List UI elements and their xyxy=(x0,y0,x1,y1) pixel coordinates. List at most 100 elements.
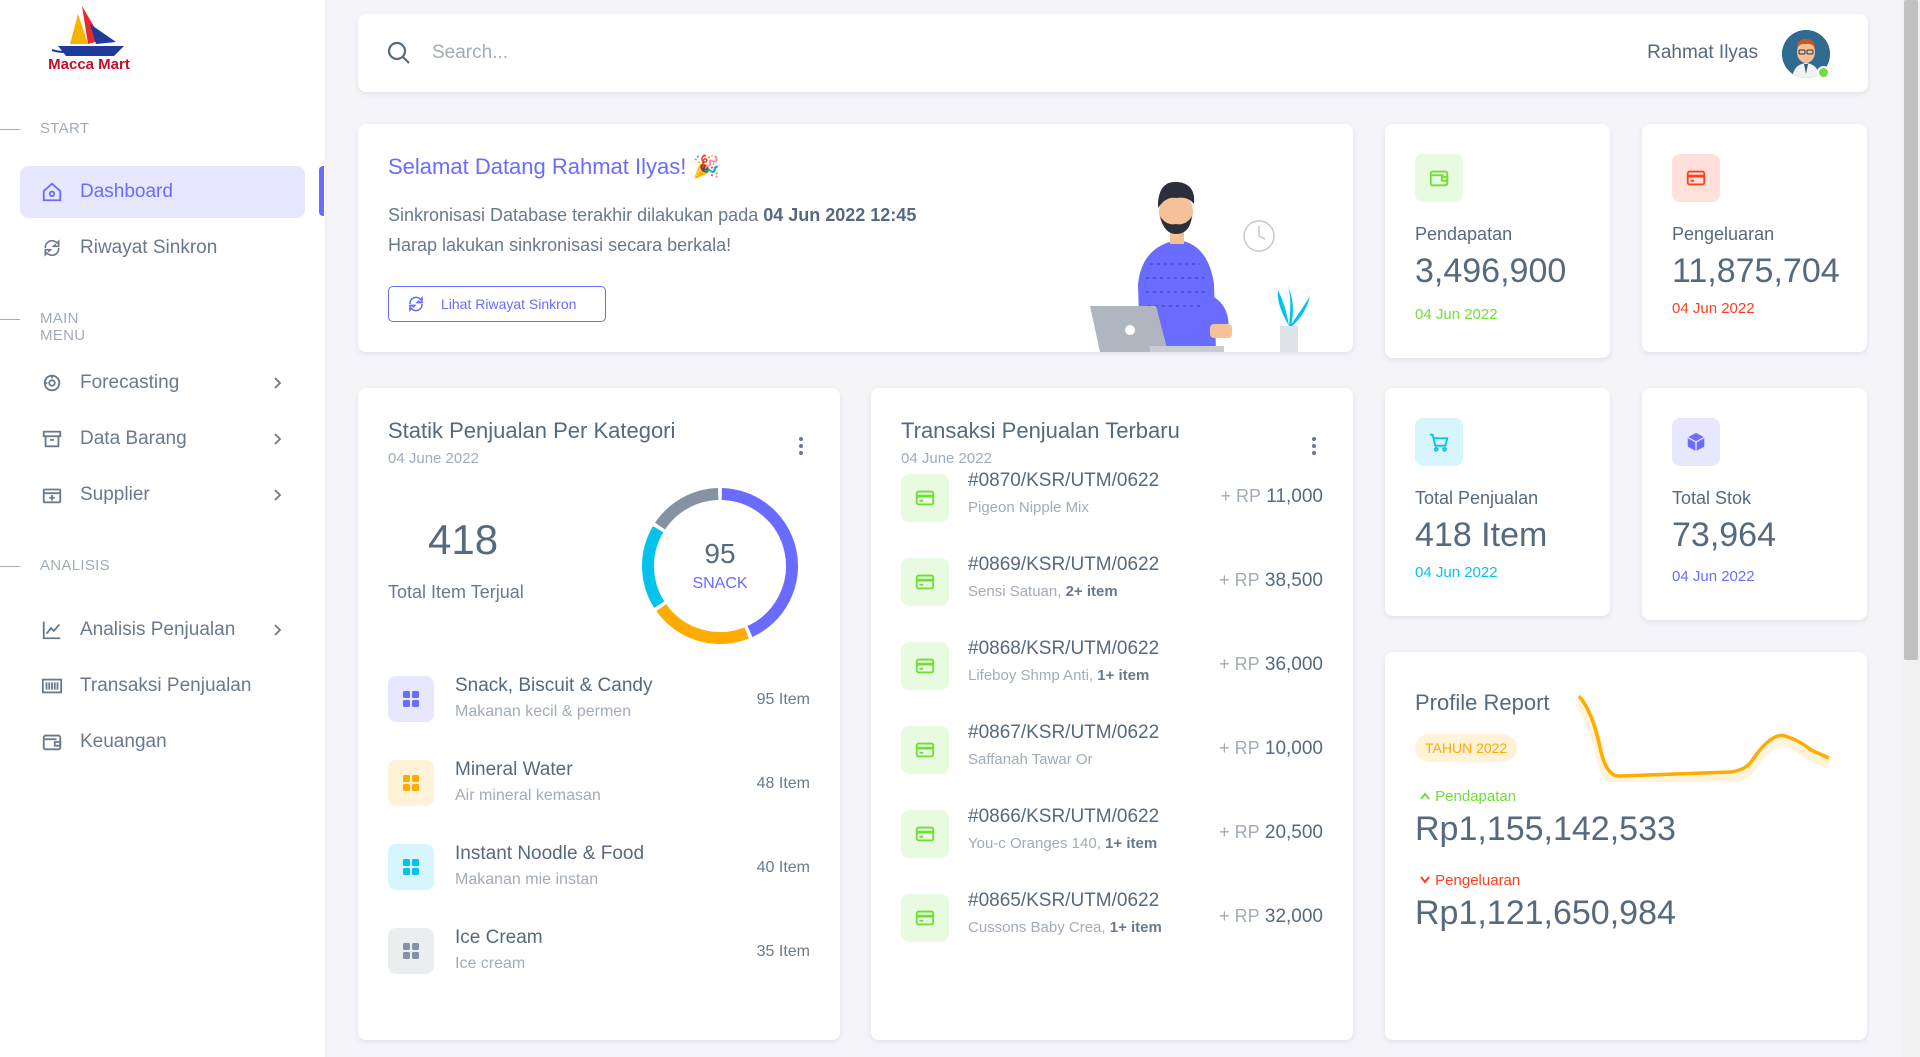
expense-value: Rp1,121,650,984 xyxy=(1415,894,1676,932)
sync-history-button[interactable]: Lihat Riwayat Sinkron xyxy=(388,286,606,322)
table-row[interactable]: #0870/KSR/UTM/0622 Pigeon Nipple Mix + RP … xyxy=(901,470,1323,524)
more-options-icon[interactable] xyxy=(798,436,804,456)
sidebar-item-label: Supplier xyxy=(80,484,150,505)
year-badge: TAHUN 2022 xyxy=(1415,734,1518,762)
category-count: 40 Item xyxy=(756,859,810,876)
more-options-icon[interactable] xyxy=(1311,436,1317,456)
chevron-down-icon xyxy=(1420,876,1430,884)
grid-icon xyxy=(388,844,434,890)
sidebar-item-supplier[interactable]: Supplier xyxy=(20,469,305,521)
transaction-id: #0866/KSR/UTM/0622 xyxy=(968,806,1160,827)
line-chart-icon xyxy=(40,618,64,642)
sync-icon xyxy=(409,296,423,312)
last-sync-date: 04 Jun 2022 12:45 xyxy=(763,205,917,225)
credit-card-icon xyxy=(901,642,949,690)
grid-icon xyxy=(388,676,434,722)
transaction-id: #0865/KSR/UTM/0622 xyxy=(968,890,1160,911)
category-name: Ice Cream xyxy=(455,927,543,948)
transaction-desc: Cussons Baby Crea, 1+ item xyxy=(968,919,1162,936)
credit-card-icon xyxy=(901,894,949,942)
brand-logo[interactable]: Macca Mart xyxy=(44,6,134,76)
stat-date: 04 Jun 2022 xyxy=(1415,564,1498,581)
total-items-sold: 418 xyxy=(428,516,499,563)
sidebar-item-analisis-penjualan[interactable]: Analisis Penjualan xyxy=(20,604,305,656)
list-item[interactable]: Snack, Biscuit & Candy Makanan kecil & p… xyxy=(388,675,810,724)
total-items-label: Total Item Terjual xyxy=(388,582,524,602)
chevron-right-icon xyxy=(274,489,282,501)
search-input[interactable] xyxy=(432,36,932,70)
category-desc: Air mineral kemasan xyxy=(455,787,601,804)
table-row[interactable]: #0865/KSR/UTM/0622 Cussons Baby Crea, 1+ … xyxy=(901,890,1323,944)
sidebar-item-label: Keuangan xyxy=(80,731,167,752)
sidebar-item-label: Dashboard xyxy=(80,181,173,202)
expense-label: Pengeluaran xyxy=(1419,872,1520,889)
welcome-text: Sinkronisasi Database terakhir dilakukan… xyxy=(388,205,917,255)
archive-icon xyxy=(40,427,64,451)
transaction-amount: + RP 11,000 xyxy=(1220,486,1323,507)
donut-slice-4 xyxy=(655,488,719,530)
welcome-title: Selamat Datang Rahmat Ilyas! 🎉 xyxy=(388,154,720,179)
category-name: Snack, Biscuit & Candy xyxy=(455,675,653,696)
donut-slice-2 xyxy=(656,603,749,644)
transaction-id: #0869/KSR/UTM/0622 xyxy=(968,554,1160,575)
sidebar: Macca Mart START Dashboard Riwayat Sinkr… xyxy=(0,0,325,1057)
sidebar-item-label: Analisis Penjualan xyxy=(80,619,236,640)
stat-label: Total Penjualan xyxy=(1415,488,1539,508)
profile-report-card: Profile Report TAHUN 2022 Pendapatan Rp1… xyxy=(1385,652,1867,1040)
transaction-id: #0868/KSR/UTM/0622 xyxy=(968,638,1160,659)
stat-card-total-penjualan: Total Penjualan 418 Item 04 Jun 2022 xyxy=(1385,388,1610,616)
list-item[interactable]: Ice Cream Ice cream 35 Item xyxy=(388,927,810,976)
user-name[interactable]: Rahmat Ilyas xyxy=(1647,42,1758,64)
sidebar-item-dashboard[interactable]: Dashboard xyxy=(20,166,305,218)
ship-logo-icon xyxy=(51,6,124,56)
welcome-card: Selamat Datang Rahmat Ilyas! 🎉 Sinkronis… xyxy=(358,124,1353,352)
stat-label: Total Stok xyxy=(1672,488,1752,508)
scroll-thumb[interactable] xyxy=(1904,0,1918,660)
sidebar-item-riwayat-sinkron[interactable]: Riwayat Sinkron xyxy=(20,222,305,274)
sidebar-item-label: Riwayat Sinkron xyxy=(80,237,218,258)
chevron-right-icon xyxy=(274,624,282,636)
sidebar-item-forecasting[interactable]: Forecasting xyxy=(20,357,305,409)
category-desc: Ice cream xyxy=(455,955,526,972)
grid-icon xyxy=(388,928,434,974)
income-label: Pendapatan xyxy=(1419,788,1516,805)
transaction-desc: You-c Oranges 140, 1+ item xyxy=(968,835,1158,852)
table-row[interactable]: #0866/KSR/UTM/0622 You-c Oranges 140, 1+ … xyxy=(901,806,1323,860)
table-row[interactable]: #0867/KSR/UTM/0622 Saffanah Tawar Or + RP … xyxy=(901,722,1323,776)
transaction-amount: + RP 36,000 xyxy=(1219,654,1323,675)
chevron-right-icon xyxy=(274,377,282,389)
card-title: Profile Report xyxy=(1415,690,1550,715)
list-item[interactable]: Instant Noodle & Food Makanan mie instan… xyxy=(388,843,810,892)
search-icon[interactable] xyxy=(386,40,412,66)
page-scrollbar[interactable] xyxy=(1902,0,1920,1057)
table-row[interactable]: #0869/KSR/UTM/0622 Sensi Satuan, 2+ item +… xyxy=(901,554,1323,608)
wallet-icon xyxy=(40,730,64,754)
box-icon xyxy=(1672,418,1720,466)
credit-card-icon xyxy=(901,474,949,522)
transaction-desc: Saffanah Tawar Or xyxy=(968,751,1093,768)
category-count: 48 Item xyxy=(756,775,810,792)
transaction-amount: + RP 32,000 xyxy=(1219,906,1323,927)
transaction-desc: Lifeboy Shmp Anti, 1+ item xyxy=(968,667,1150,684)
stat-card-pendapatan: Pendapatan 3,496,900 04 Jun 2022 xyxy=(1385,124,1610,358)
transaction-id: #0870/KSR/UTM/0622 xyxy=(968,470,1160,491)
sidebar-item-label: Data Barang xyxy=(80,428,187,449)
sidebar-item-keuangan[interactable]: Keuangan xyxy=(20,716,305,768)
table-row[interactable]: #0868/KSR/UTM/0622 Lifeboy Shmp Anti, 1+ … xyxy=(901,638,1323,692)
transaction-amount: + RP 20,500 xyxy=(1219,822,1323,843)
stat-label: Pengeluaran xyxy=(1672,224,1775,244)
sidebar-item-label: Transaksi Penjualan xyxy=(80,675,252,696)
forecast-icon xyxy=(40,371,64,395)
brand-name: Macca Mart xyxy=(48,56,130,73)
credit-card-icon xyxy=(901,558,949,606)
category-name: Instant Noodle & Food xyxy=(455,843,645,864)
credit-card-icon xyxy=(1672,154,1720,202)
sidebar-item-transaksi-penjualan[interactable]: Transaksi Penjualan xyxy=(20,660,305,712)
donut-center-label: SNACK xyxy=(692,575,748,592)
sync-icon xyxy=(40,236,64,260)
stat-label: Pendapatan xyxy=(1415,224,1513,244)
man-with-laptop-illustration xyxy=(1090,181,1310,352)
list-item[interactable]: Mineral Water Air mineral kemasan 48 Ite… xyxy=(388,759,810,808)
stat-value: 73,964 xyxy=(1672,516,1776,554)
sidebar-item-data-barang[interactable]: Data Barang xyxy=(20,413,305,465)
